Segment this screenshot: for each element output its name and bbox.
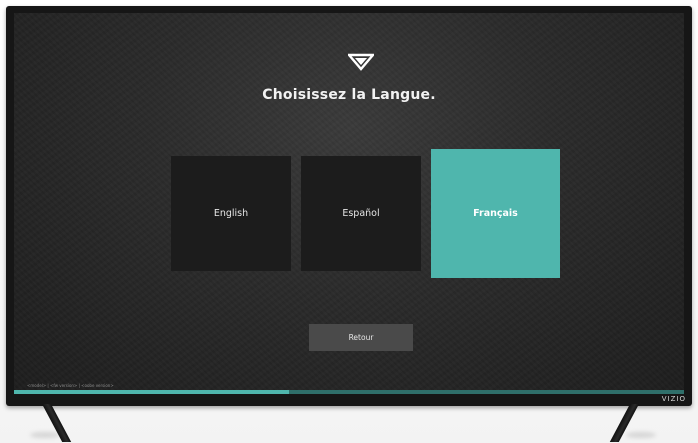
stand-shadow-left [30,432,60,438]
setup-progress-fill [14,390,289,394]
language-tile-spanish[interactable]: Español [301,156,421,271]
tv-brand-logo: VIZIO [661,395,686,403]
stand-shadow-right [626,432,656,438]
language-label: English [213,208,249,219]
language-label: Français [473,208,518,219]
tv-bezel: Choisissez la Langue. English Español Fr… [6,6,692,406]
product-photo: Choisissez la Langue. English Español Fr… [0,0,698,443]
vizio-v-icon [348,53,374,71]
language-label: Español [342,208,380,219]
language-tile-english[interactable]: English [171,156,291,271]
version-info: <model> | <fw version> | <oobe version> [27,383,114,388]
language-tile-french[interactable]: Français [431,149,560,278]
tv-screen: Choisissez la Langue. English Español Fr… [14,13,684,394]
back-button-label: Retour [348,333,374,342]
page-title: Choisissez la Langue. [262,87,436,103]
back-button[interactable]: Retour [309,324,413,351]
setup-progress-bar [14,390,684,394]
